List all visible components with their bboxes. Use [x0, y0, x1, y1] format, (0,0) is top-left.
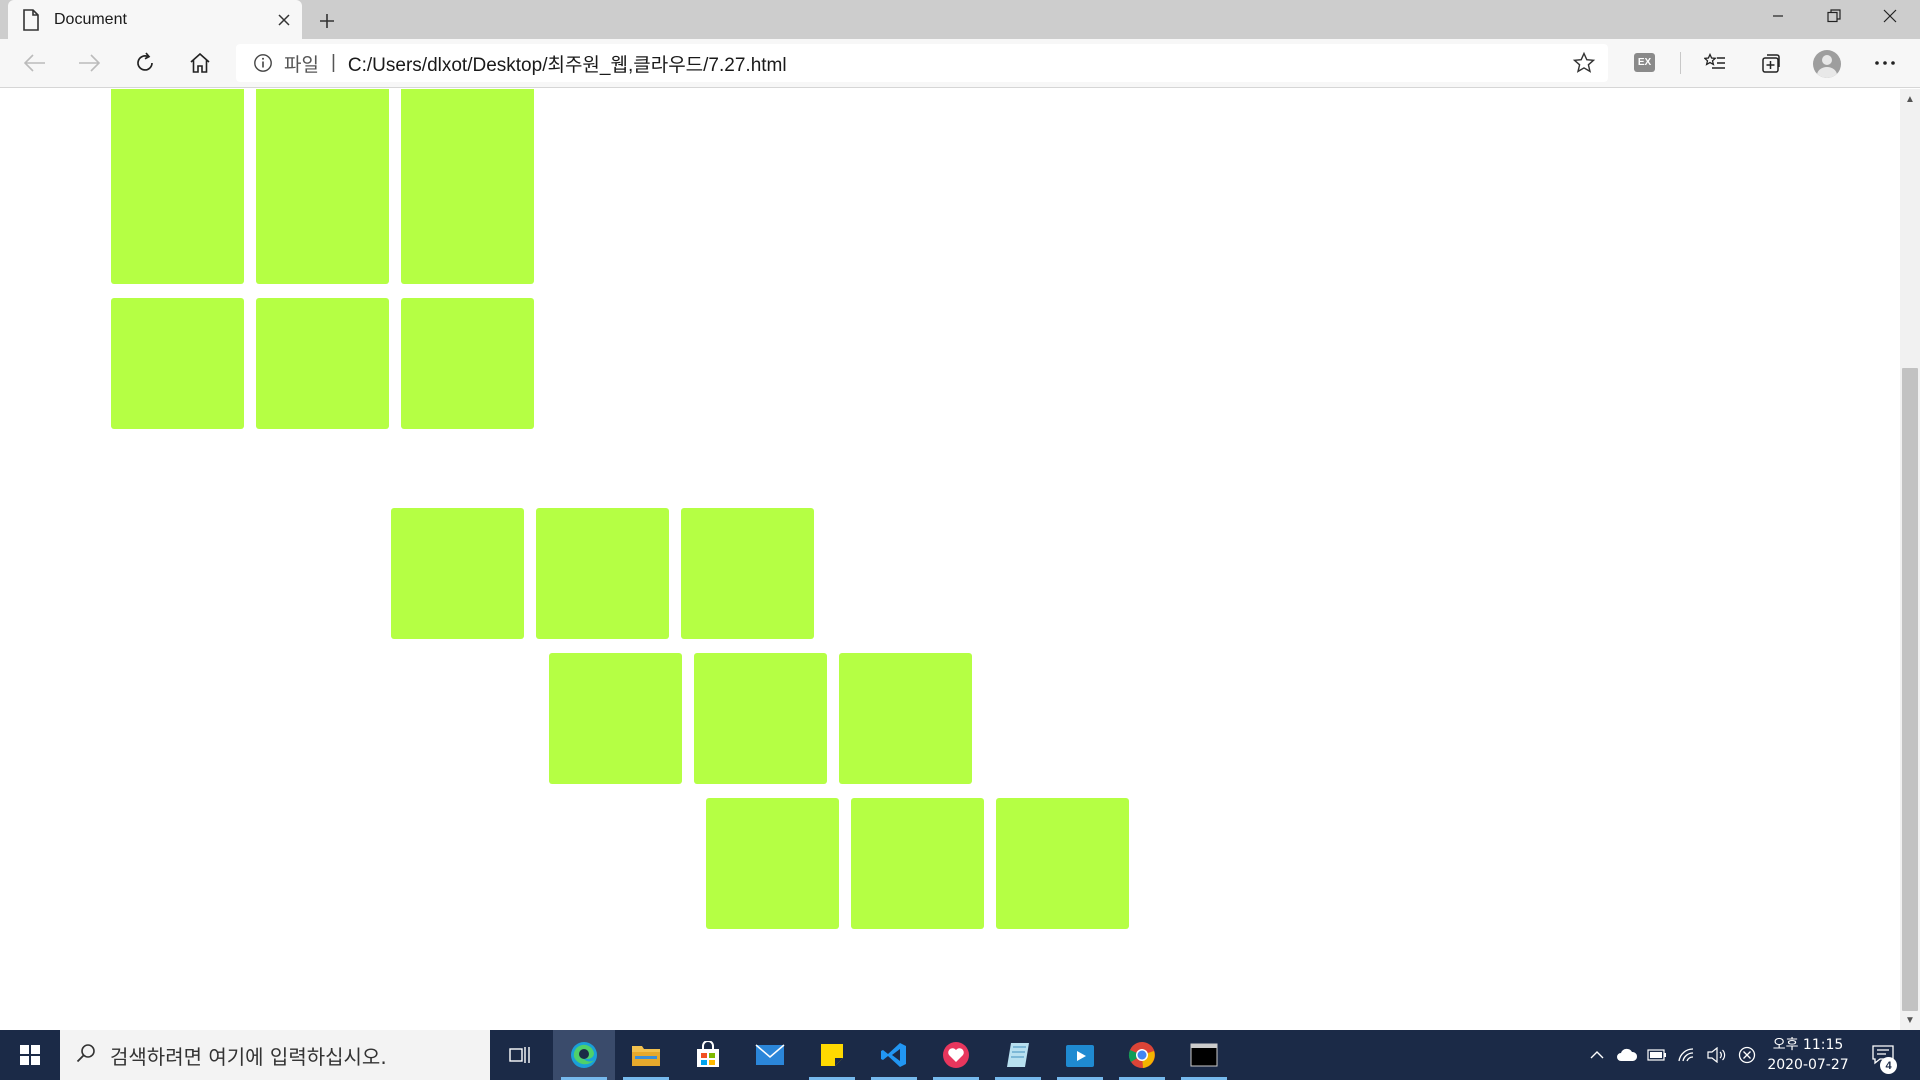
media-player-icon[interactable]: [1049, 1030, 1111, 1080]
search-placeholder: 검색하려면 여기에 입력하십시오.: [110, 1044, 387, 1069]
volume-icon[interactable]: [1704, 1030, 1730, 1080]
battery-icon[interactable]: [1644, 1030, 1670, 1080]
close-tab-icon[interactable]: [272, 8, 296, 32]
restore-icon[interactable]: [1806, 0, 1862, 32]
taskbar-search-box[interactable]: 검색하려면 여기에 입력하십시오.: [60, 1030, 490, 1080]
scroll-up-arrow-icon[interactable]: ▲: [1904, 93, 1916, 105]
mail-icon[interactable]: [739, 1030, 801, 1080]
profile-avatar-icon[interactable]: [1813, 50, 1841, 78]
info-icon[interactable]: [252, 52, 274, 74]
address-url[interactable]: C:/Users/dlxot/Desktop/최주원_웹,클라우드/7.27.h…: [348, 50, 787, 77]
home-icon[interactable]: [181, 44, 219, 82]
green-box: [391, 508, 524, 639]
notes-app-icon[interactable]: [987, 1030, 1049, 1080]
search-icon: [76, 1043, 96, 1068]
back-arrow-icon[interactable]: [16, 44, 54, 82]
address-scheme: 파일: [284, 54, 319, 76]
document-icon: [22, 8, 40, 31]
green-box: [401, 298, 534, 429]
clock-time: 오후 11:15: [1772, 1037, 1844, 1053]
taskbar-clock[interactable]: 오후 11:15 2020-07-27: [1760, 1030, 1856, 1080]
title-bar: Document: [0, 0, 1920, 39]
sticky-notes-icon[interactable]: [801, 1030, 863, 1080]
vscode-icon[interactable]: [863, 1030, 925, 1080]
address-separator: |: [330, 52, 336, 73]
close-window-icon[interactable]: [1862, 0, 1918, 32]
green-box: [706, 798, 839, 929]
favorite-star-icon[interactable]: [1572, 51, 1596, 75]
minimize-icon[interactable]: [1750, 0, 1806, 32]
extension-icon[interactable]: EX: [1634, 53, 1655, 72]
more-options-icon[interactable]: [1866, 44, 1904, 82]
scroll-thumb[interactable]: [1902, 368, 1918, 1011]
clock-date: 2020-07-27: [1767, 1057, 1849, 1073]
green-box: [256, 298, 389, 429]
status-x-icon[interactable]: [1734, 1030, 1760, 1080]
browser-toolbar: 파일 | C:/Users/dlxot/Desktop/최주원_웹,클라우드/7…: [0, 39, 1920, 88]
toolbar-divider: [1680, 52, 1681, 74]
wifi-icon[interactable]: [1674, 1030, 1700, 1080]
green-box: [851, 798, 984, 929]
address-bar[interactable]: 파일 | C:/Users/dlxot/Desktop/최주원_웹,클라우드/7…: [236, 44, 1608, 82]
terminal-icon[interactable]: [1173, 1030, 1235, 1080]
file-explorer-icon[interactable]: [615, 1030, 677, 1080]
green-box: [111, 153, 244, 284]
green-box: [996, 798, 1129, 929]
task-view-icon[interactable]: [489, 1030, 551, 1080]
collections-icon[interactable]: [1752, 44, 1790, 82]
green-box: [111, 298, 244, 429]
favorites-list-icon[interactable]: [1696, 44, 1734, 82]
scroll-down-arrow-icon[interactable]: ▼: [1904, 1014, 1916, 1026]
green-box: [694, 653, 827, 784]
heart-app-icon[interactable]: [925, 1030, 987, 1080]
green-box: [681, 508, 814, 639]
green-box: [536, 508, 669, 639]
notification-count-badge: 4: [1880, 1057, 1897, 1074]
forward-arrow-icon[interactable]: [70, 44, 108, 82]
microsoft-store-icon[interactable]: [677, 1030, 739, 1080]
windows-start-icon[interactable]: [0, 1030, 60, 1080]
new-tab-button[interactable]: [312, 6, 342, 36]
show-hidden-icons-icon[interactable]: [1584, 1030, 1610, 1080]
windows-taskbar: 검색하려면 여기에 입력하십시오. 오후 11:15 2020-07-27 4: [0, 1030, 1920, 1080]
page-viewport: [0, 89, 1900, 1030]
onedrive-cloud-icon[interactable]: [1614, 1030, 1640, 1080]
refresh-icon[interactable]: [126, 44, 164, 82]
chrome-icon[interactable]: [1111, 1030, 1173, 1080]
vertical-scrollbar[interactable]: ▲ ▼: [1900, 89, 1920, 1030]
green-box: [549, 653, 682, 784]
tab-title: Document: [54, 10, 127, 28]
browser-tab[interactable]: Document: [8, 0, 302, 39]
green-box: [839, 653, 972, 784]
edge-browser-icon[interactable]: [553, 1030, 615, 1080]
green-box: [401, 153, 534, 284]
green-box: [256, 153, 389, 284]
